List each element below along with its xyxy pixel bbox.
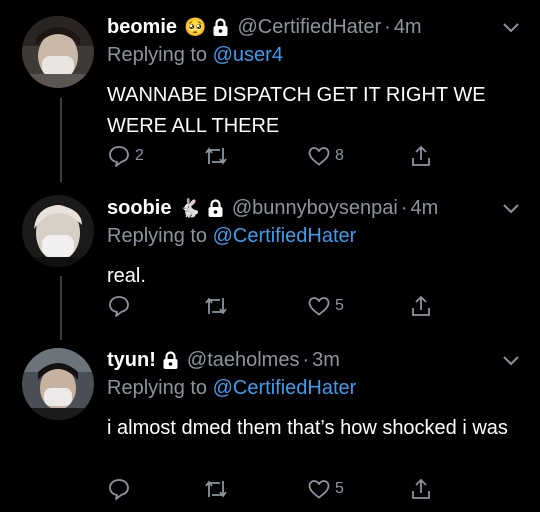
chevron-down-icon[interactable]: [502, 201, 520, 219]
share-button[interactable]: [409, 294, 433, 318]
replying-to: Replying to @user4: [107, 44, 283, 67]
display-name[interactable]: tyun!: [107, 349, 156, 372]
like-count: 5: [335, 297, 344, 314]
avatar[interactable]: [22, 348, 94, 420]
tweet-text: real.: [107, 265, 146, 287]
rabbit-emoji: 🐇: [178, 198, 201, 218]
like-button[interactable]: 5: [307, 477, 344, 501]
display-name[interactable]: beomie: [107, 16, 177, 39]
share-icon: [409, 294, 433, 318]
reply-count: 2: [135, 147, 144, 164]
handle[interactable]: @bunnyboysenpai: [232, 197, 398, 220]
mention-link[interactable]: @CertifiedHater: [213, 225, 357, 247]
replying-prefix: Replying to: [107, 225, 208, 247]
tweet-text: WANNABE DISPATCH GET IT RIGHT WE WERE AL…: [107, 84, 486, 137]
handle[interactable]: @CertifiedHater: [237, 16, 381, 39]
thread-line: [60, 98, 62, 182]
share-button[interactable]: [409, 144, 433, 168]
timestamp[interactable]: 4m: [394, 16, 422, 39]
separator: ·: [384, 15, 391, 38]
pleading-emoji: 🥺: [184, 17, 207, 37]
tweet-actions: 5: [107, 477, 437, 503]
lock-icon: [212, 18, 229, 36]
tweet-header: soobie 🐇 @bunnyboysenpai · 4m: [107, 193, 438, 223]
chevron-down-icon[interactable]: [502, 20, 520, 38]
reply-button[interactable]: 2: [107, 144, 144, 168]
display-name[interactable]: soobie: [107, 197, 171, 220]
retweet-button[interactable]: [203, 144, 233, 168]
timestamp[interactable]: 3m: [312, 349, 340, 372]
tweet-text: i almost dmed them that’s how shocked i …: [107, 417, 508, 439]
like-button[interactable]: 8: [307, 144, 344, 168]
like-icon: [307, 144, 331, 168]
share-icon: [409, 144, 433, 168]
tweet-header: tyun! @taeholmes · 3m: [107, 345, 340, 375]
replying-prefix: Replying to: [107, 377, 208, 399]
lock-icon: [162, 351, 179, 369]
replying-to: Replying to @CertifiedHater: [107, 377, 356, 400]
retweet-button[interactable]: [203, 477, 233, 501]
replying-to: Replying to @CertifiedHater: [107, 225, 356, 248]
like-count: 5: [335, 480, 344, 497]
like-count: 8: [335, 147, 344, 164]
retweet-icon: [203, 294, 229, 318]
handle[interactable]: @taeholmes: [187, 349, 300, 372]
chevron-down-icon[interactable]: [502, 353, 520, 371]
timestamp[interactable]: 4m: [411, 197, 439, 220]
separator: ·: [302, 348, 310, 371]
share-icon: [409, 477, 433, 501]
replying-prefix: Replying to: [107, 44, 208, 66]
mention-link[interactable]: @user4: [213, 44, 283, 66]
retweet-icon: [203, 144, 229, 168]
reply-icon: [107, 294, 131, 318]
like-button[interactable]: 5: [307, 294, 344, 318]
retweet-icon: [203, 477, 229, 501]
lock-icon: [207, 199, 224, 217]
tweet-actions: 5: [107, 294, 437, 320]
share-button[interactable]: [409, 477, 433, 501]
avatar[interactable]: [22, 16, 94, 88]
tweet-actions: 2 8: [107, 144, 437, 170]
mention-link[interactable]: @CertifiedHater: [213, 377, 357, 399]
reply-icon: [107, 144, 131, 168]
retweet-button[interactable]: [203, 294, 233, 318]
separator: ·: [400, 196, 408, 219]
tweet-header: beomie 🥺 @CertifiedHater · 4m: [107, 12, 422, 42]
like-icon: [307, 294, 331, 318]
reply-button[interactable]: [107, 477, 135, 501]
like-icon: [307, 477, 331, 501]
avatar[interactable]: [22, 195, 94, 267]
reply-button[interactable]: [107, 294, 135, 318]
reply-icon: [107, 477, 131, 501]
thread-line: [60, 276, 62, 340]
